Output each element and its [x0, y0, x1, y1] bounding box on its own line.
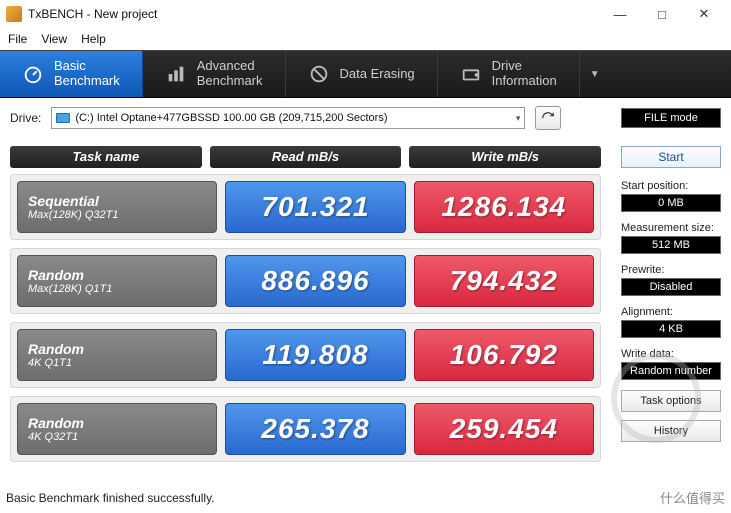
minimize-button[interactable]: —: [599, 2, 641, 26]
toolbar: BasicBenchmark AdvancedBenchmark Data Er…: [0, 50, 731, 98]
file-mode-button[interactable]: FILE mode: [621, 108, 721, 128]
task-name: Random: [28, 267, 206, 283]
col-header-task: Task name: [10, 146, 202, 168]
read-value: 119.808: [225, 329, 405, 381]
close-button[interactable]: ✕: [683, 2, 725, 26]
task-name: Sequential: [28, 193, 206, 209]
title-bar: TxBENCH - New project — □ ✕: [0, 0, 731, 28]
bench-row: Random4K Q32T1265.378259.454: [10, 396, 601, 462]
drive-icon: [56, 113, 70, 123]
col-header-write: Write mB/s: [409, 146, 601, 168]
tab-drive-information[interactable]: DriveInformation: [438, 51, 580, 97]
maximize-button[interactable]: □: [641, 2, 683, 26]
read-value: 265.378: [225, 403, 405, 455]
tab-advanced-benchmark[interactable]: AdvancedBenchmark: [143, 51, 286, 97]
bench-row: SequentialMax(128K) Q32T1701.3211286.134: [10, 174, 601, 240]
task-button[interactable]: Random4K Q1T1: [17, 329, 217, 381]
write-value: 259.454: [414, 403, 594, 455]
task-button[interactable]: SequentialMax(128K) Q32T1: [17, 181, 217, 233]
toolbar-overflow[interactable]: ▼: [580, 51, 610, 97]
drive-row: Drive: (C:) Intel Optane+477GBSSD 100.00…: [0, 98, 731, 136]
write-value: 794.432: [414, 255, 594, 307]
menu-bar: File View Help: [0, 28, 731, 50]
task-button[interactable]: Random4K Q32T1: [17, 403, 217, 455]
write-value: 1286.134: [414, 181, 594, 233]
barchart-icon: [165, 63, 187, 85]
bench-row: RandomMax(128K) Q1T1886.896794.432: [10, 248, 601, 314]
prewrite-label: Prewrite:: [621, 264, 721, 276]
menu-file[interactable]: File: [8, 32, 27, 46]
write-value: 106.792: [414, 329, 594, 381]
tab-basic-benchmark[interactable]: BasicBenchmark: [0, 51, 143, 97]
task-params: Max(128K) Q1T1: [28, 283, 206, 295]
alignment-value[interactable]: 4 KB: [621, 320, 721, 338]
window-title: TxBENCH - New project: [28, 7, 157, 21]
menu-help[interactable]: Help: [81, 32, 106, 46]
refresh-icon: [541, 111, 555, 125]
task-params: 4K Q32T1: [28, 431, 206, 443]
status-bar: Basic Benchmark finished successfully.: [6, 491, 215, 505]
menu-view[interactable]: View: [41, 32, 67, 46]
start-position-value[interactable]: 0 MB: [621, 194, 721, 212]
measurement-size-label: Measurement size:: [621, 222, 721, 234]
gauge-icon: [22, 63, 44, 85]
drive-select[interactable]: (C:) Intel Optane+477GBSSD 100.00 GB (20…: [51, 107, 525, 129]
results-panel: Task name Read mB/s Write mB/s Sequentia…: [10, 136, 601, 470]
watermark-text: 什么值得买: [660, 488, 725, 507]
read-value: 886.896: [225, 255, 405, 307]
bench-row: Random4K Q1T1119.808106.792: [10, 322, 601, 388]
task-params: 4K Q1T1: [28, 357, 206, 369]
start-button[interactable]: Start: [621, 146, 721, 168]
start-position-label: Start position:: [621, 180, 721, 192]
tab-data-erasing[interactable]: Data Erasing: [286, 51, 438, 97]
task-button[interactable]: RandomMax(128K) Q1T1: [17, 255, 217, 307]
measurement-size-value[interactable]: 512 MB: [621, 236, 721, 254]
chevron-down-icon: ▾: [516, 113, 521, 124]
drive-label: Drive:: [10, 111, 41, 125]
alignment-label: Alignment:: [621, 306, 721, 318]
watermark-circle: [611, 353, 701, 443]
drive-info-icon: [460, 63, 482, 85]
app-icon: [6, 6, 22, 22]
task-params: Max(128K) Q32T1: [28, 209, 206, 221]
refresh-button[interactable]: [535, 106, 561, 130]
prewrite-value[interactable]: Disabled: [621, 278, 721, 296]
erase-icon: [308, 63, 330, 85]
drive-selected-text: (C:) Intel Optane+477GBSSD 100.00 GB (20…: [75, 112, 387, 124]
task-name: Random: [28, 341, 206, 357]
col-header-read: Read mB/s: [210, 146, 402, 168]
task-name: Random: [28, 415, 206, 431]
read-value: 701.321: [225, 181, 405, 233]
